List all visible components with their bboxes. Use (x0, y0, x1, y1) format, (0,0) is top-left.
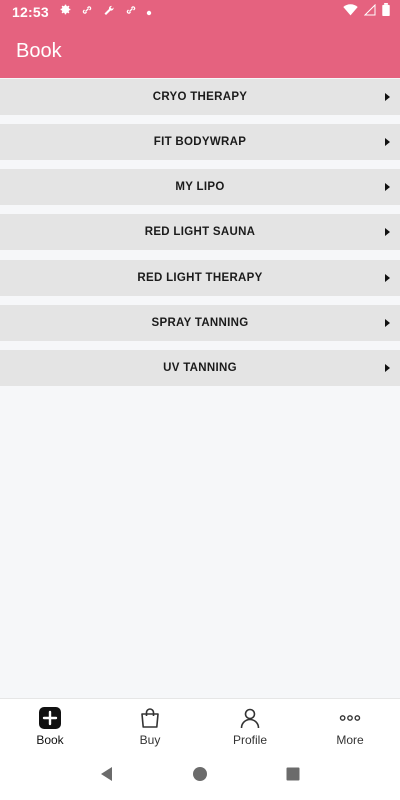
link-icon-2 (125, 3, 137, 21)
caret-right-icon (385, 319, 390, 327)
service-row-fit-bodywrap[interactable]: FIT BODYWRAP (0, 124, 400, 160)
battery-icon (382, 3, 390, 21)
wrench-icon (102, 3, 116, 21)
service-row-red-light-therapy[interactable]: RED LIGHT THERAPY (0, 260, 400, 296)
status-bar: 12:53 (0, 0, 400, 24)
more-dots-icon (339, 707, 361, 729)
status-notification-icons (59, 3, 152, 21)
link-icon (81, 3, 93, 21)
settings-gear-icon (59, 3, 72, 21)
caret-right-icon (385, 183, 390, 191)
home-circle-icon[interactable] (192, 766, 208, 787)
caret-right-icon (385, 274, 390, 282)
nav-label-more: More (336, 733, 364, 747)
wifi-icon (343, 3, 358, 21)
service-row-uv-tanning[interactable]: UV TANNING (0, 350, 400, 386)
status-system-icons (343, 3, 390, 21)
person-icon (239, 707, 261, 729)
system-navigation-bar (0, 753, 400, 800)
service-row-cryo-therapy[interactable]: CRYO THERAPY (0, 79, 400, 115)
caret-right-icon (385, 138, 390, 146)
caret-right-icon (385, 93, 390, 101)
app-bar: Book (0, 24, 400, 78)
service-row-spray-tanning[interactable]: SPRAY TANNING (0, 305, 400, 341)
page-title: Book (16, 39, 62, 62)
service-label: FIT BODYWRAP (153, 136, 247, 148)
status-time: 12:53 (12, 4, 49, 20)
service-label: MY LIPO (175, 181, 225, 193)
shopping-bag-icon (139, 707, 161, 729)
nav-label-buy: Buy (139, 733, 161, 747)
caret-right-icon (385, 364, 390, 372)
nav-label-profile: Profile (232, 733, 267, 747)
service-label: CRYO THERAPY (152, 91, 248, 103)
service-row-my-lipo[interactable]: MY LIPO (0, 169, 400, 205)
plus-square-icon (39, 707, 61, 729)
service-label: SPRAY TANNING (151, 317, 249, 329)
nav-item-more[interactable]: More (300, 699, 400, 753)
back-triangle-icon[interactable] (99, 766, 115, 787)
dot-icon (146, 3, 152, 21)
nav-item-book[interactable]: Book (0, 699, 100, 753)
caret-right-icon (385, 228, 390, 236)
service-label: UV TANNING (163, 362, 237, 374)
service-label: RED LIGHT SAUNA (144, 226, 256, 238)
bottom-navigation: Book Buy Profile More (0, 698, 400, 753)
service-label: RED LIGHT THERAPY (137, 272, 263, 284)
nav-item-profile[interactable]: Profile (200, 699, 300, 753)
recents-square-icon[interactable] (285, 766, 301, 787)
nav-label-book: Book (36, 733, 64, 747)
service-row-red-light-sauna[interactable]: RED LIGHT SAUNA (0, 214, 400, 250)
signal-icon (363, 3, 376, 21)
nav-item-buy[interactable]: Buy (100, 699, 200, 753)
